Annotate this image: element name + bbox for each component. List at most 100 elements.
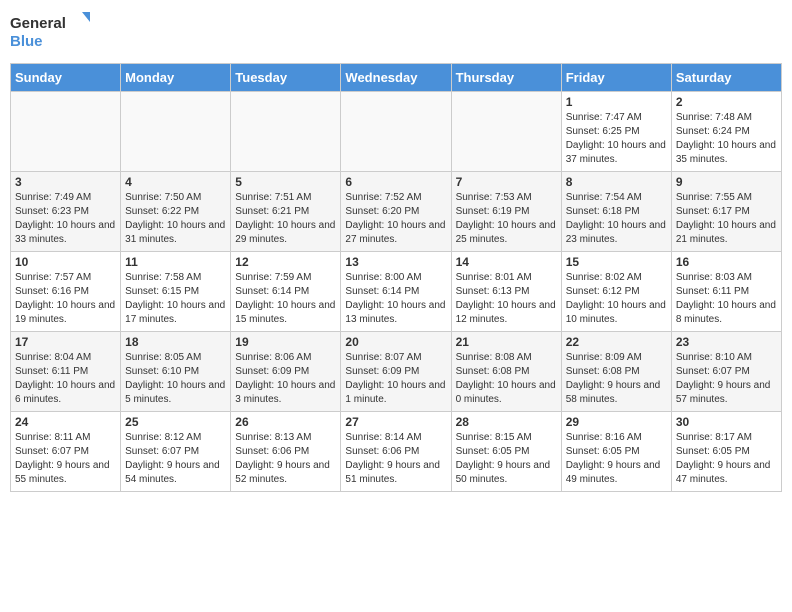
day-info: Sunrise: 8:02 AM Sunset: 6:12 PM Dayligh… bbox=[566, 271, 667, 327]
calendar-day-cell: 22Sunrise: 8:09 AM Sunset: 6:08 PM Dayli… bbox=[561, 332, 671, 412]
day-number: 14 bbox=[456, 255, 557, 269]
calendar-day-cell: 14 Sunrise: 8:01 AM Sunset: 6:13 PM Dayli… bbox=[451, 252, 561, 332]
day-number: 18 bbox=[125, 335, 226, 349]
calendar-week-row: 17Sunrise: 8:04 AM Sunset: 6:11 PM Dayli… bbox=[11, 332, 782, 412]
calendar-day-cell: 23 Sunrise: 8:10 AM Sunset: 6:07 PM Dayli… bbox=[671, 332, 781, 412]
calendar-day-cell bbox=[231, 92, 341, 172]
weekday-header: Saturday bbox=[671, 64, 781, 92]
calendar-day-cell: 2 Sunrise: 7:48 AM Sunset: 6:24 PM Daylig… bbox=[671, 92, 781, 172]
weekday-header: Wednesday bbox=[341, 64, 451, 92]
day-number: 29 bbox=[566, 415, 667, 429]
day-info: Sunrise: 8:05 AM Sunset: 6:10 PM Dayligh… bbox=[125, 351, 226, 407]
day-number: 6 bbox=[345, 175, 446, 189]
day-info: Sunrise: 7:52 AM Sunset: 6:20 PM Dayligh… bbox=[345, 191, 446, 247]
day-info: Sunrise: 7:51 AM Sunset: 6:21 PM Dayligh… bbox=[235, 191, 336, 247]
calendar-table: SundayMondayTuesdayWednesdayThursdayFrid… bbox=[10, 63, 782, 492]
day-info: Sunrise: 8:10 AM Sunset: 6:07 PM Dayligh… bbox=[676, 351, 777, 407]
svg-text:Blue: Blue bbox=[10, 33, 43, 50]
day-info: Sunrise: 7:48 AM Sunset: 6:24 PM Dayligh… bbox=[676, 111, 777, 167]
calendar-day-cell: 7Sunrise: 7:53 AM Sunset: 6:19 PM Daylig… bbox=[451, 172, 561, 252]
calendar-day-cell: 20 Sunrise: 8:07 AM Sunset: 6:09 PM Dayli… bbox=[341, 332, 451, 412]
day-number: 3 bbox=[15, 175, 116, 189]
calendar-day-cell: 26 Sunrise: 8:13 AM Sunset: 6:06 PM Dayli… bbox=[231, 412, 341, 492]
day-info: Sunrise: 8:16 AM Sunset: 6:05 PM Dayligh… bbox=[566, 431, 667, 487]
weekday-header: Sunday bbox=[11, 64, 121, 92]
calendar-day-cell: 18 Sunrise: 8:05 AM Sunset: 6:10 PM Dayli… bbox=[121, 332, 231, 412]
day-number: 17 bbox=[15, 335, 116, 349]
weekday-header: Friday bbox=[561, 64, 671, 92]
day-number: 28 bbox=[456, 415, 557, 429]
calendar-day-cell: 27 Sunrise: 8:14 AM Sunset: 6:06 PM Dayli… bbox=[341, 412, 451, 492]
calendar-week-row: 10Sunrise: 7:57 AM Sunset: 6:16 PM Dayli… bbox=[11, 252, 782, 332]
day-info: Sunrise: 8:13 AM Sunset: 6:06 PM Dayligh… bbox=[235, 431, 336, 487]
day-info: Sunrise: 7:59 AM Sunset: 6:14 PM Dayligh… bbox=[235, 271, 336, 327]
day-info: Sunrise: 7:58 AM Sunset: 6:15 PM Dayligh… bbox=[125, 271, 226, 327]
calendar-day-cell: 6 Sunrise: 7:52 AM Sunset: 6:20 PM Daylig… bbox=[341, 172, 451, 252]
logo-svg: General Blue bbox=[10, 10, 100, 55]
day-number: 12 bbox=[235, 255, 336, 269]
calendar-day-cell: 4 Sunrise: 7:50 AM Sunset: 6:22 PM Daylig… bbox=[121, 172, 231, 252]
calendar-day-cell: 30 Sunrise: 8:17 AM Sunset: 6:05 PM Dayli… bbox=[671, 412, 781, 492]
day-number: 20 bbox=[345, 335, 446, 349]
calendar-day-cell: 17Sunrise: 8:04 AM Sunset: 6:11 PM Dayli… bbox=[11, 332, 121, 412]
weekday-header: Thursday bbox=[451, 64, 561, 92]
day-number: 19 bbox=[235, 335, 336, 349]
day-number: 23 bbox=[676, 335, 777, 349]
day-number: 25 bbox=[125, 415, 226, 429]
day-info: Sunrise: 8:01 AM Sunset: 6:13 PM Dayligh… bbox=[456, 271, 557, 327]
svg-text:General: General bbox=[10, 15, 66, 32]
day-number: 5 bbox=[235, 175, 336, 189]
day-number: 8 bbox=[566, 175, 667, 189]
day-info: Sunrise: 8:17 AM Sunset: 6:05 PM Dayligh… bbox=[676, 431, 777, 487]
calendar-day-cell: 13 Sunrise: 8:00 AM Sunset: 6:14 PM Dayli… bbox=[341, 252, 451, 332]
day-number: 13 bbox=[345, 255, 446, 269]
calendar-day-cell: 16Sunrise: 8:03 AM Sunset: 6:11 PM Dayli… bbox=[671, 252, 781, 332]
calendar-day-cell bbox=[121, 92, 231, 172]
weekday-header: Monday bbox=[121, 64, 231, 92]
day-info: Sunrise: 7:49 AM Sunset: 6:23 PM Dayligh… bbox=[15, 191, 116, 247]
calendar-day-cell: 29 Sunrise: 8:16 AM Sunset: 6:05 PM Dayli… bbox=[561, 412, 671, 492]
day-number: 24 bbox=[15, 415, 116, 429]
calendar-day-cell: 28Sunrise: 8:15 AM Sunset: 6:05 PM Dayli… bbox=[451, 412, 561, 492]
calendar-day-cell: 24 Sunrise: 8:11 AM Sunset: 6:07 PM Dayli… bbox=[11, 412, 121, 492]
day-info: Sunrise: 7:55 AM Sunset: 6:17 PM Dayligh… bbox=[676, 191, 777, 247]
calendar-day-cell: 15 Sunrise: 8:02 AM Sunset: 6:12 PM Dayli… bbox=[561, 252, 671, 332]
day-number: 21 bbox=[456, 335, 557, 349]
day-info: Sunrise: 8:00 AM Sunset: 6:14 PM Dayligh… bbox=[345, 271, 446, 327]
day-info: Sunrise: 7:50 AM Sunset: 6:22 PM Dayligh… bbox=[125, 191, 226, 247]
calendar-day-cell: 5 Sunrise: 7:51 AM Sunset: 6:21 PM Daylig… bbox=[231, 172, 341, 252]
calendar-week-row: 24 Sunrise: 8:11 AM Sunset: 6:07 PM Dayli… bbox=[11, 412, 782, 492]
calendar-week-row: 3 Sunrise: 7:49 AM Sunset: 6:23 PM Daylig… bbox=[11, 172, 782, 252]
day-info: Sunrise: 8:06 AM Sunset: 6:09 PM Dayligh… bbox=[235, 351, 336, 407]
day-info: Sunrise: 7:47 AM Sunset: 6:25 PM Dayligh… bbox=[566, 111, 667, 167]
calendar-day-cell: 3 Sunrise: 7:49 AM Sunset: 6:23 PM Daylig… bbox=[11, 172, 121, 252]
day-info: Sunrise: 8:03 AM Sunset: 6:11 PM Dayligh… bbox=[676, 271, 777, 327]
calendar-day-cell: 12 Sunrise: 7:59 AM Sunset: 6:14 PM Dayli… bbox=[231, 252, 341, 332]
calendar-day-cell bbox=[341, 92, 451, 172]
day-info: Sunrise: 7:54 AM Sunset: 6:18 PM Dayligh… bbox=[566, 191, 667, 247]
calendar-day-cell: 1Sunrise: 7:47 AM Sunset: 6:25 PM Daylig… bbox=[561, 92, 671, 172]
calendar-day-cell bbox=[11, 92, 121, 172]
day-number: 11 bbox=[125, 255, 226, 269]
day-number: 30 bbox=[676, 415, 777, 429]
calendar-day-cell bbox=[451, 92, 561, 172]
day-info: Sunrise: 8:07 AM Sunset: 6:09 PM Dayligh… bbox=[345, 351, 446, 407]
calendar-day-cell: 25Sunrise: 8:12 AM Sunset: 6:07 PM Dayli… bbox=[121, 412, 231, 492]
day-number: 26 bbox=[235, 415, 336, 429]
day-info: Sunrise: 8:09 AM Sunset: 6:08 PM Dayligh… bbox=[566, 351, 667, 407]
calendar-day-cell: 11 Sunrise: 7:58 AM Sunset: 6:15 PM Dayli… bbox=[121, 252, 231, 332]
weekday-header-row: SundayMondayTuesdayWednesdayThursdayFrid… bbox=[11, 64, 782, 92]
calendar-day-cell: 19 Sunrise: 8:06 AM Sunset: 6:09 PM Dayli… bbox=[231, 332, 341, 412]
day-number: 4 bbox=[125, 175, 226, 189]
day-number: 9 bbox=[676, 175, 777, 189]
day-info: Sunrise: 8:11 AM Sunset: 6:07 PM Dayligh… bbox=[15, 431, 116, 487]
day-number: 10 bbox=[15, 255, 116, 269]
weekday-header: Tuesday bbox=[231, 64, 341, 92]
page-header: General Blue bbox=[10, 10, 782, 55]
day-number: 15 bbox=[566, 255, 667, 269]
day-number: 27 bbox=[345, 415, 446, 429]
day-info: Sunrise: 7:53 AM Sunset: 6:19 PM Dayligh… bbox=[456, 191, 557, 247]
day-number: 2 bbox=[676, 95, 777, 109]
logo: General Blue bbox=[10, 10, 100, 55]
day-info: Sunrise: 8:14 AM Sunset: 6:06 PM Dayligh… bbox=[345, 431, 446, 487]
